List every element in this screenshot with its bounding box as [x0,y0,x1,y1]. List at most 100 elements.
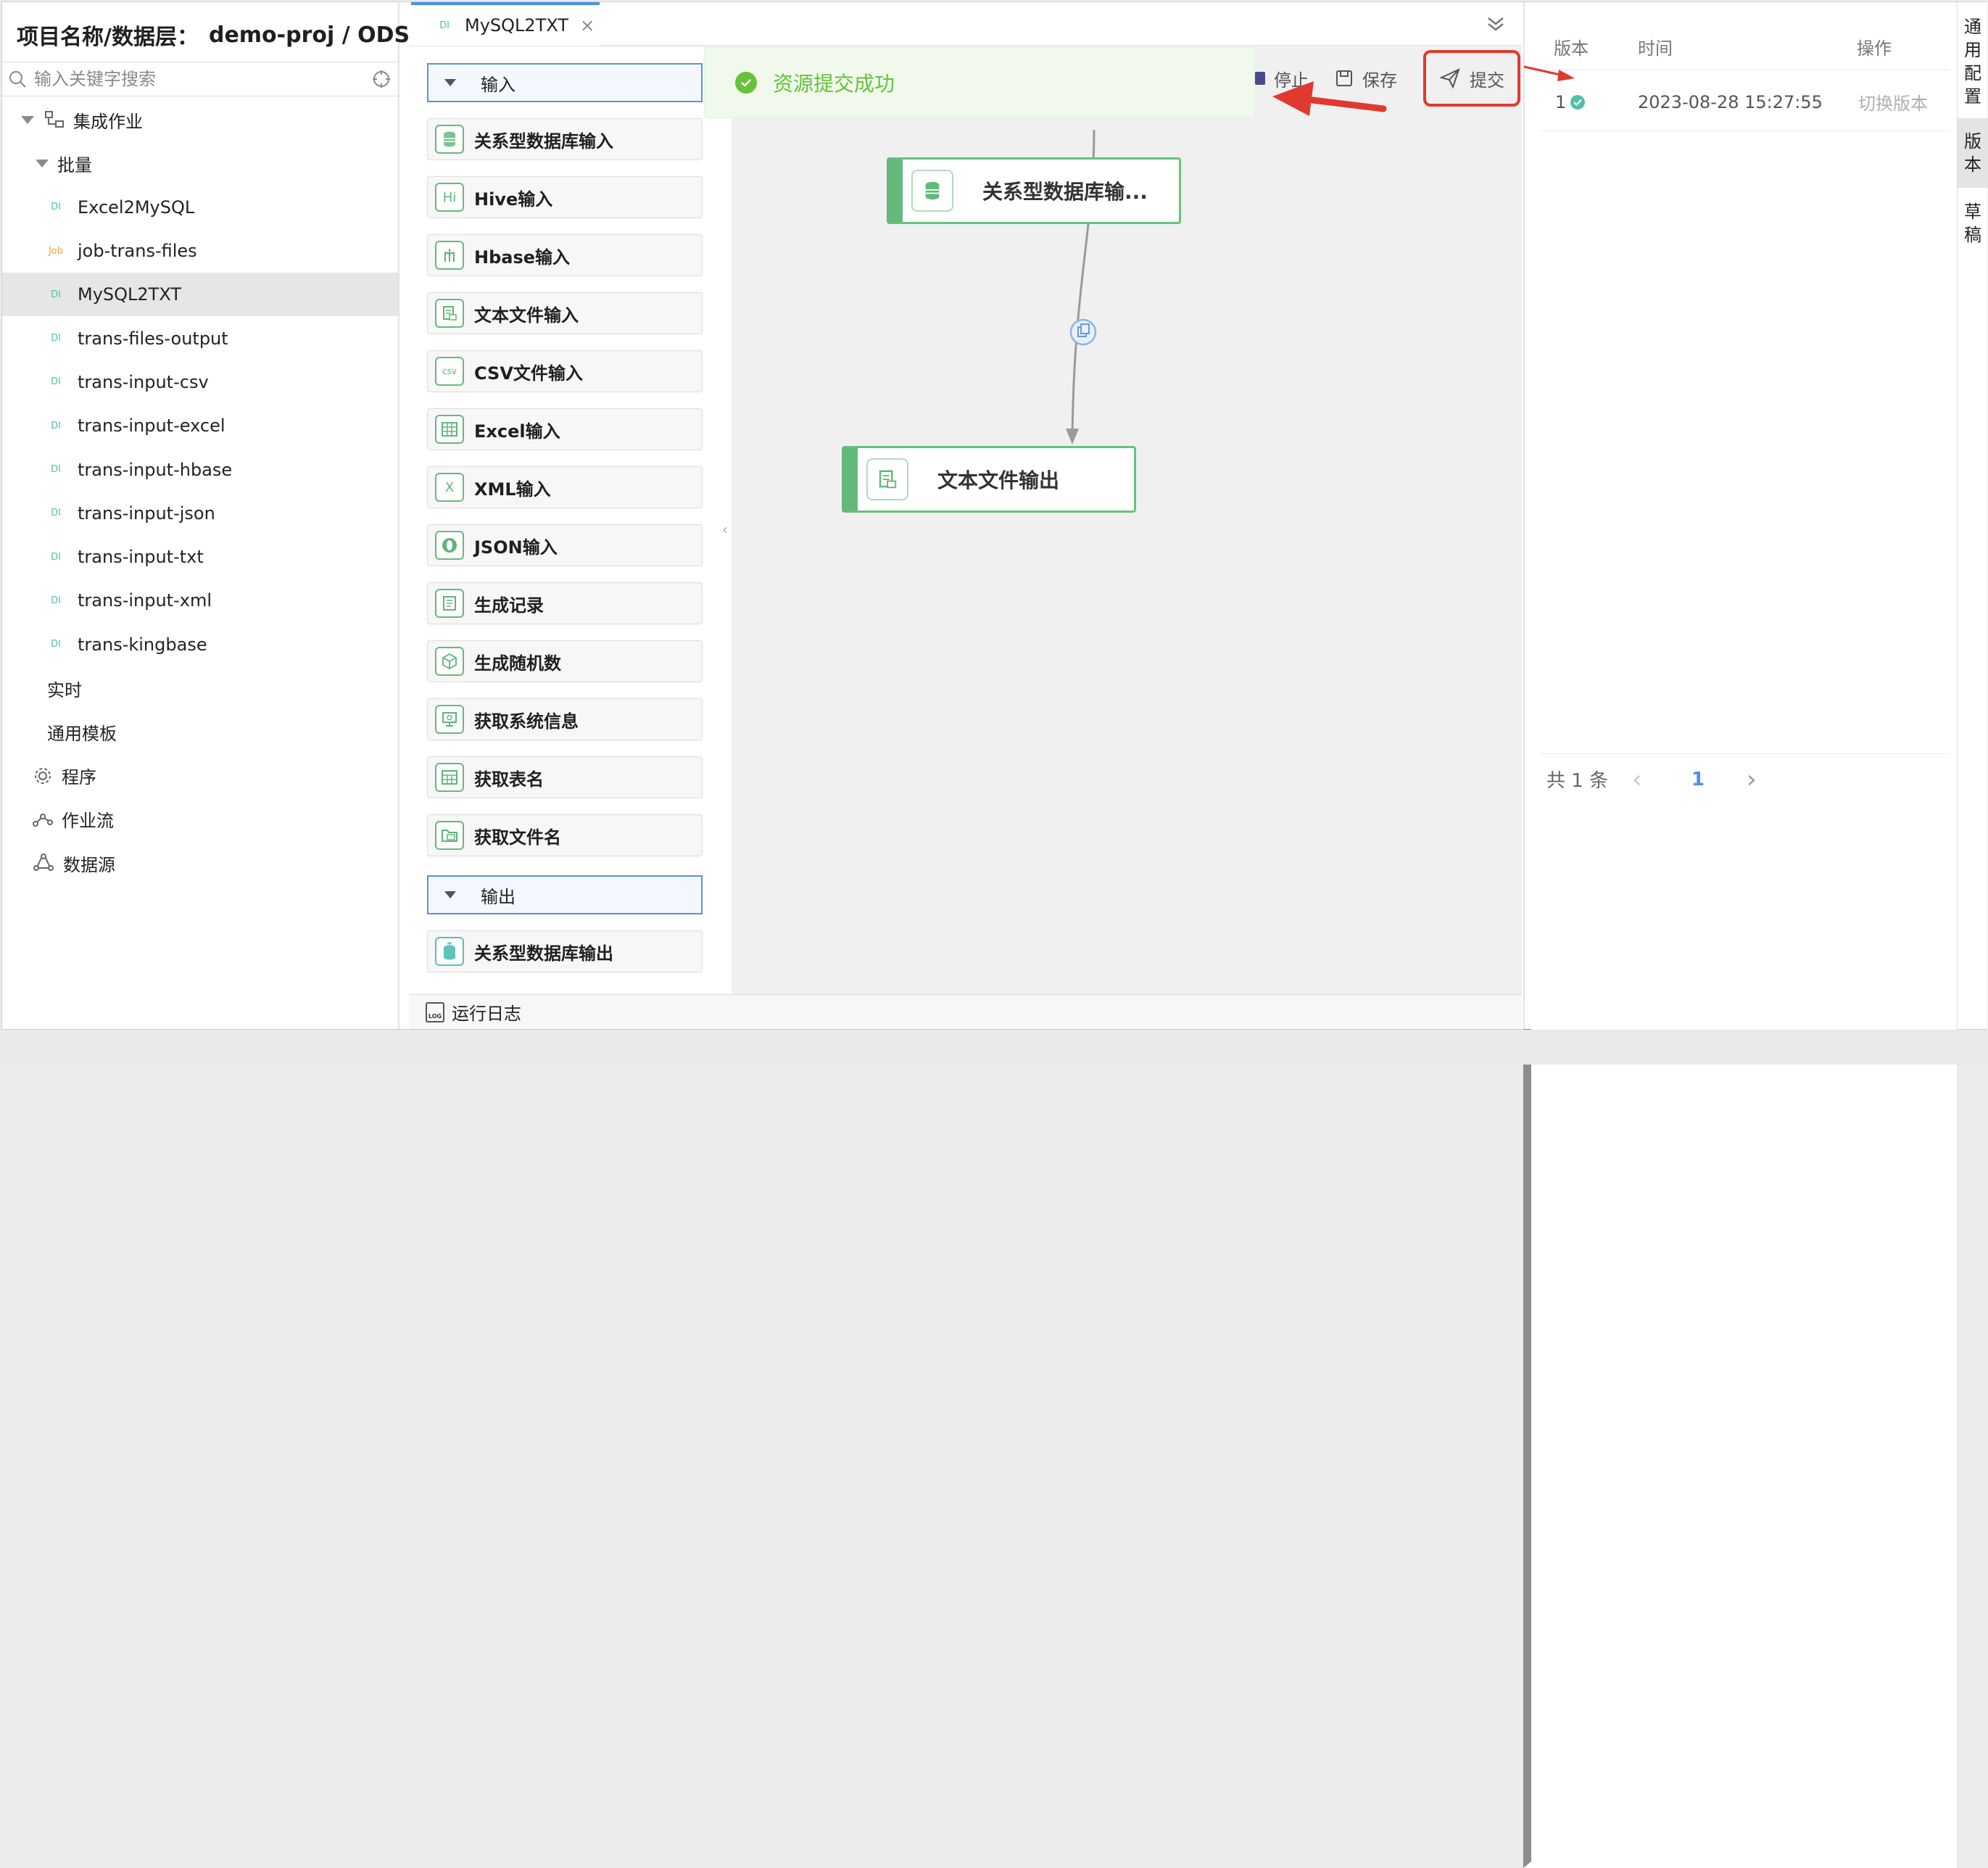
tree-item-job-selected[interactable]: DI MySQL2TXT [2,273,398,317]
tree-item-job[interactable]: DI trans-kingbase [2,623,398,666]
tree-node-template[interactable]: 通用模板 [2,710,1957,1737]
log-icon: LOG [426,1001,444,1022]
csv-file-icon: csv [435,357,464,386]
tree-node-program[interactable]: 程序 [2,753,1957,1781]
component-hive-input[interactable]: Hi Hive输入 [427,176,703,218]
component-text-input[interactable]: 文本文件输入 [427,292,703,334]
flow-node-label: 关系型数据库输... [982,180,1148,204]
tree-node-batch[interactable]: 批量 [2,141,398,185]
page-number[interactable]: 1 [1691,754,1705,804]
tree-item-label: job-trans-files [78,241,197,262]
tab-mysql2txt[interactable]: DI MySQL2TXT × [411,2,600,46]
success-toast: 资源提交成功 [704,47,1255,118]
component-table-name[interactable]: 获取表名 [427,756,703,798]
component-hbase-input[interactable]: Hbase输入 [427,234,703,276]
tree-item-job[interactable]: DI trans-input-csv [2,360,398,404]
tree-item-job[interactable]: DI trans-input-xml [2,579,398,622]
chevron-left-icon[interactable]: ‹ [718,497,732,562]
hive-icon: Hi [435,183,464,212]
tree-node-label: 作业流 [62,811,114,832]
component-file-name[interactable]: 获取文件名 [427,814,703,856]
version-panel: 版本 时间 操作 1 2023-08-28 15:27:55 切换版本 共 1 … [1523,2,1957,1029]
caret-down-icon [444,891,456,898]
xml-icon: X [435,473,464,502]
di-badge-icon: DI [51,333,61,344]
tree-node-label: 通用模板 [47,723,117,744]
palette-splitter[interactable]: ‹ [718,47,732,994]
category-input[interactable]: 输入 [427,63,703,102]
caret-down-icon[interactable] [21,115,34,124]
component-rdbms-input[interactable]: 关系型数据库输入 [427,118,703,160]
flow-canvas[interactable]: 关系型数据库输... 文本文件输出 [732,47,1520,994]
category-label: 输入 [481,74,515,95]
next-page-icon[interactable]: › [1747,754,1757,804]
text-file-icon [435,299,464,328]
tree-item-label: trans-input-json [78,503,215,524]
tree-item-job[interactable]: DI trans-input-hbase [2,447,398,491]
component-random-number[interactable]: 生成随机数 [427,640,703,682]
locate-icon[interactable] [372,70,391,88]
di-badge-icon: DI [51,595,61,606]
component-label: 文本文件输入 [474,305,579,326]
component-label: 获取表名 [474,769,544,790]
component-csv-input[interactable]: csv CSV文件输入 [427,350,703,392]
double-chevron-down-icon[interactable] [1486,14,1506,34]
tree-item-label: trans-input-csv [78,371,209,392]
tree-node-label: 数据源 [63,854,115,875]
job-badge-icon: Job [48,245,64,257]
tree-node-integration[interactable]: 集成作业 [2,98,398,141]
component-rdbms-output[interactable]: 关系型数据库输出 [427,930,703,972]
tab-version[interactable]: 版 本 [1958,118,1988,188]
tree-item-job[interactable]: DI trans-input-txt [2,535,398,579]
component-excel-input[interactable]: Excel输入 [427,408,703,450]
database-output-icon [435,937,464,966]
component-label: 生成随机数 [474,653,561,674]
tree-item-job[interactable]: DI trans-input-excel [2,404,398,447]
project-explorer: 项目名称/数据层： demo-proj / ODS 集成作业 批量 [2,2,1957,1868]
flow-node-text-output[interactable]: 文本文件输出 [842,446,1136,513]
tab-draft[interactable]: 草 稿 [1958,192,1988,255]
component-system-info[interactable]: 获取系统信息 [427,698,703,740]
caret-down-icon[interactable] [36,159,49,168]
tree-item-job[interactable]: DI Excel2MySQL [2,186,398,229]
prev-page-icon[interactable]: ‹ [1632,754,1642,804]
component-palette: 输入 关系型数据库输入 Hi Hive输入 Hbase输入 文本文件输入 csv… [410,47,718,994]
tree-item-label: trans-input-txt [78,547,204,568]
tree-node-workflow[interactable]: 作业流 [2,797,1957,1824]
run-log-label[interactable]: 运行日志 [452,999,521,1025]
database-icon [911,170,953,212]
category-output[interactable]: 输出 [427,875,703,914]
tree-item-job[interactable]: DI trans-files-output [2,316,398,360]
tree-node-realtime[interactable]: 实时 [2,666,1957,1693]
text-file-output-icon [866,458,908,500]
flow-node-label: 文本文件输出 [937,468,1060,492]
component-xml-input[interactable]: X XML输入 [427,466,703,508]
stop-button[interactable]: 停止 [1255,66,1309,91]
component-generate-records[interactable]: 生成记录 [427,582,703,624]
tree-item-job[interactable]: DI trans-input-json [2,492,398,535]
search-input[interactable] [34,69,353,89]
flow-node-rdbms-input[interactable]: 关系型数据库输... [887,157,1181,224]
editor-tab-bar: DI MySQL2TXT × [410,2,1522,46]
tree-item-job[interactable]: Job job-trans-files [2,229,398,273]
tab-general-config[interactable]: 通 用 配 置 [1958,11,1988,112]
tree-node-datasource[interactable]: 数据源 [2,841,1957,1868]
component-json-input[interactable]: JSON输入 [427,524,703,566]
header-action: 操作 [1857,38,1892,59]
component-label: Hbase输入 [474,247,571,268]
submit-button[interactable]: 提交 [1423,50,1520,107]
send-icon [1439,67,1461,89]
random-icon [435,647,464,676]
tree-node-label: 批量 [57,154,92,175]
di-badge-icon: DI [51,376,61,388]
run-log-bar[interactable]: LOG 运行日志 [410,994,1522,1029]
save-button[interactable]: 保存 [1335,66,1397,91]
integration-icon [44,109,65,130]
close-icon[interactable]: × [580,15,595,36]
tree-item-label: trans-kingbase [78,634,207,655]
component-label: CSV文件输入 [474,363,583,384]
di-badge-icon: DI [51,464,61,476]
table-name-icon [435,763,464,792]
switch-version-link[interactable]: 切换版本 [1858,73,1928,131]
editor-toolbar: 停止 保存 提交 [1255,50,1520,107]
